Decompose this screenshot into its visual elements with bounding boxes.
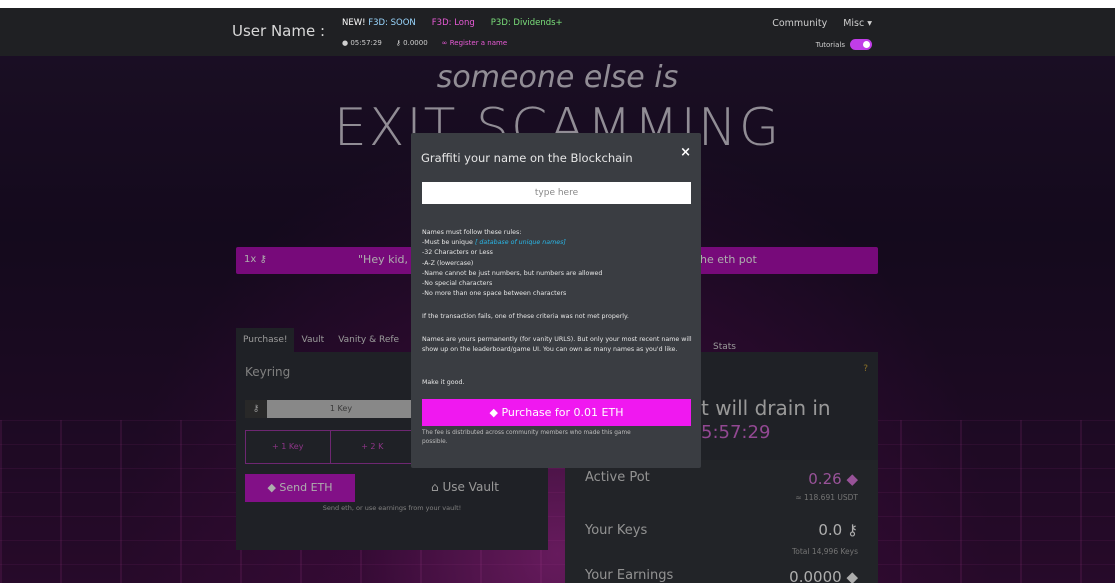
- navbar: User Name : NEW! F3D: SOON F3D: Long P3D…: [0, 8, 1115, 56]
- nav-link-f3d-soon[interactable]: NEW! F3D: SOON: [342, 18, 416, 28]
- nav-right: Community Misc ▾: [772, 18, 872, 29]
- nav-link-p3d-dividends[interactable]: P3D: Dividends+: [491, 18, 563, 28]
- rule-item: -32 Characters or Less: [422, 249, 493, 257]
- community-link[interactable]: Community: [772, 18, 827, 29]
- tutorials-toggle[interactable]: [850, 39, 872, 50]
- misc-dropdown[interactable]: Misc ▾: [843, 18, 872, 29]
- nav-stats: ● 05:57:29 ⚷ 0.0000 ∞ Register a name: [342, 39, 507, 47]
- rule-unique-text: -Must be unique: [422, 239, 473, 247]
- key-icon: ⚷: [395, 39, 401, 47]
- username-label[interactable]: User Name :: [232, 22, 325, 40]
- fail-note: If the transaction fails, one of these c…: [422, 313, 629, 320]
- bomb-icon: ●: [342, 39, 349, 47]
- make-it-good-text: Make it good.: [422, 379, 465, 386]
- nav-links: NEW! F3D: SOON F3D: Long P3D: Dividends+: [342, 18, 563, 28]
- close-icon[interactable]: ×: [680, 145, 691, 160]
- navbar-inner: User Name : NEW! F3D: SOON F3D: Long P3D…: [232, 8, 882, 56]
- rule-item: -No special characters: [422, 280, 493, 288]
- browser-topbar: [0, 0, 1115, 8]
- register-name-modal: Graffiti your name on the Blockchain × N…: [411, 133, 701, 468]
- timer-value: 05:57:29: [350, 39, 382, 47]
- tutorials-label: Tutorials: [815, 40, 845, 49]
- purchase-name-label: Purchase for 0.01 ETH: [501, 406, 624, 419]
- nav-link-f3d-soon-label: F3D: SOON: [368, 18, 416, 28]
- nav-link-f3d-long[interactable]: F3D: Long: [432, 18, 475, 28]
- rule-item: -Name cannot be just numbers, but number…: [422, 269, 603, 277]
- purchase-name-button[interactable]: ◆ Purchase for 0.01 ETH: [422, 399, 691, 426]
- rule-item: -No more than one space between characte…: [422, 290, 567, 298]
- name-rules: Names must follow these rules: -Must be …: [422, 228, 692, 299]
- modal-title: Graffiti your name on the Blockchain: [421, 151, 633, 165]
- new-badge: NEW!: [342, 18, 366, 28]
- unique-names-database-link[interactable]: [ database of unique names]: [475, 239, 566, 246]
- rule-item: -A-Z (lowercase): [422, 259, 474, 267]
- tutorials-toggle-wrap: Tutorials: [816, 39, 872, 50]
- rule-unique: -Must be unique [ database of unique nam…: [422, 238, 692, 248]
- keys-stat: ⚷ 0.0000: [396, 39, 428, 47]
- eth-icon: ◆: [489, 406, 498, 419]
- fee-note: The fee is distributed across community …: [422, 430, 631, 445]
- register-name-label: Register a name: [449, 39, 508, 47]
- keys-value: 0.0000: [403, 39, 428, 47]
- timer-stat: ● 05:57:29: [342, 39, 382, 47]
- link-icon: ∞: [441, 39, 448, 47]
- permanence-note: Names are yours permanently (for vanity …: [422, 336, 692, 353]
- register-name-link[interactable]: ∞ Register a name: [442, 39, 508, 47]
- name-input[interactable]: [422, 182, 691, 204]
- rules-intro: Names must follow these rules:: [422, 229, 522, 236]
